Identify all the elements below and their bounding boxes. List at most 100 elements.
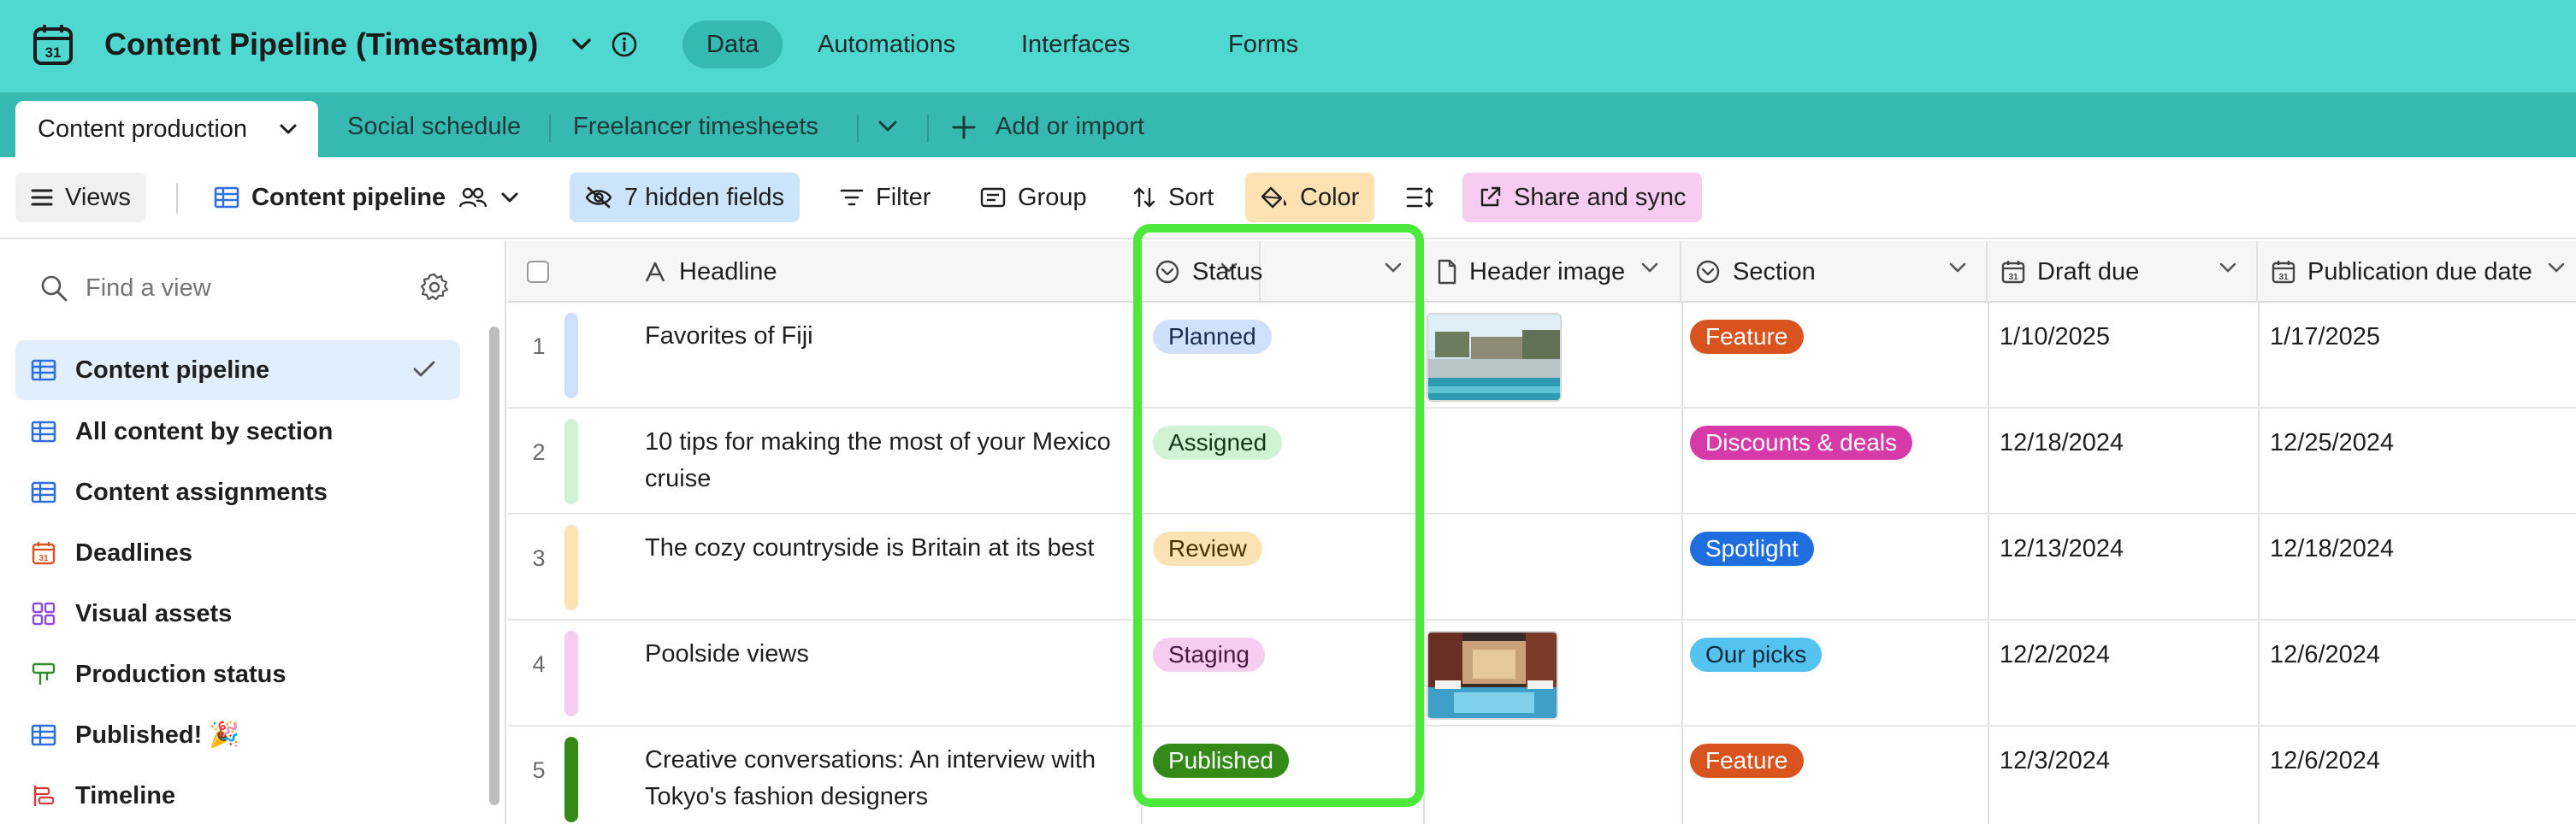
headline-cell[interactable]: The cozy countryside is Britain at its b… xyxy=(645,530,1141,567)
chevron-down-icon[interactable] xyxy=(2547,262,2566,274)
draft-due-cell[interactable]: 12/13/2024 xyxy=(2000,532,2124,566)
sidebar-item-content-assignments[interactable]: Content assignments xyxy=(15,462,460,522)
color-button[interactable]: Color xyxy=(1245,173,1375,222)
headline-cell[interactable]: 10 tips for making the most of your Mexi… xyxy=(645,424,1141,497)
section-pill[interactable]: Feature xyxy=(1690,744,1804,778)
view-switcher-button[interactable]: Content pipeline xyxy=(198,173,535,222)
sidebar-item-timeline[interactable]: Timeline xyxy=(15,766,460,824)
column-header-publication-due-date[interactable]: 31 Publication due date xyxy=(2258,241,2576,303)
draft-due-cell[interactable]: 12/18/2024 xyxy=(2000,426,2124,460)
collaborators-icon xyxy=(458,185,488,209)
nav-automations[interactable]: Automations xyxy=(794,21,979,68)
row-color-bar xyxy=(564,525,578,610)
table-row[interactable]: 1 Favorites of Fiji Planned Feature 1/10… xyxy=(508,303,2576,409)
publication-due-cell[interactable]: 12/25/2024 xyxy=(2270,426,2394,460)
date-icon: 31 xyxy=(2001,259,2025,285)
grid-icon xyxy=(31,724,56,746)
section-pill[interactable]: Spotlight xyxy=(1690,532,1814,566)
header-image-thumbnail[interactable] xyxy=(1427,631,1558,720)
publication-due-cell[interactable]: 12/6/2024 xyxy=(2270,638,2380,672)
column-header-section[interactable]: Section xyxy=(1681,241,1988,303)
hidden-fields-button[interactable]: 7 hidden fields xyxy=(570,173,801,222)
select-all-checkbox[interactable] xyxy=(527,261,549,283)
column-header-header-image[interactable]: Header image xyxy=(1423,241,1681,303)
hamburger-icon xyxy=(31,188,53,207)
tab-divider xyxy=(927,115,929,142)
chevron-down-icon[interactable] xyxy=(1948,262,1967,274)
headline-cell[interactable]: Favorites of Fiji xyxy=(645,318,1141,355)
status-pill[interactable]: Planned xyxy=(1153,320,1272,354)
sidebar-item-all-content-by-section[interactable]: All content by section xyxy=(15,402,460,462)
header-image-thumbnail[interactable] xyxy=(1427,313,1562,402)
views-toggle-button[interactable]: Views xyxy=(15,173,146,222)
svg-text:31: 31 xyxy=(2278,273,2289,282)
publication-due-cell[interactable]: 12/18/2024 xyxy=(2270,532,2394,566)
tab-content-production[interactable]: Content production xyxy=(15,101,318,157)
chevron-down-icon[interactable] xyxy=(279,123,298,135)
column-label: Headline xyxy=(679,257,777,285)
info-icon[interactable] xyxy=(609,29,640,60)
kanban-icon xyxy=(31,662,56,687)
draft-due-cell[interactable]: 12/3/2024 xyxy=(2000,744,2110,778)
sidebar-item-label: Production status xyxy=(75,660,287,688)
nav-interfaces[interactable]: Interfaces xyxy=(997,21,1154,68)
headline-cell[interactable]: Creative conversations: An interview wit… xyxy=(645,742,1141,815)
tab-label: Content production xyxy=(38,115,248,143)
calendar-logo-icon: 31 xyxy=(31,22,75,67)
row-color-bar xyxy=(564,737,578,822)
nav-forms[interactable]: Forms xyxy=(1204,21,1322,68)
tab-divider xyxy=(857,115,859,142)
table-row[interactable]: 4 Poolside views Staging Our picks 12/2/… xyxy=(508,621,2576,727)
sidebar-item-label: Visual assets xyxy=(75,599,233,627)
plus-icon[interactable] xyxy=(951,115,977,140)
status-pill[interactable]: Published xyxy=(1153,744,1289,778)
publication-due-cell[interactable]: 1/17/2025 xyxy=(2270,320,2380,354)
table-row[interactable]: 5 Creative conversations: An interview w… xyxy=(508,727,2576,824)
headline-cell[interactable]: Poolside views xyxy=(645,636,1141,673)
status-pill[interactable]: Staging xyxy=(1153,638,1265,672)
sidebar-item-deadlines[interactable]: 31 Deadlines xyxy=(15,523,460,583)
draft-due-cell[interactable]: 12/2/2024 xyxy=(2000,638,2110,672)
gear-icon[interactable] xyxy=(419,272,450,303)
table-row[interactable]: 3 The cozy countryside is Britain at its… xyxy=(508,515,2576,621)
sidebar-item-visual-assets[interactable]: Visual assets xyxy=(15,584,460,644)
section-pill[interactable]: Discounts & deals xyxy=(1690,426,1913,460)
more-tables-chevron-icon[interactable] xyxy=(877,120,898,133)
sidebar-item-production-status[interactable]: Production status xyxy=(15,644,460,704)
filter-button[interactable]: Filter xyxy=(824,173,946,222)
tab-social-schedule[interactable]: Social schedule xyxy=(347,92,521,157)
chevron-down-icon[interactable] xyxy=(568,32,595,56)
calendar-icon: 31 xyxy=(31,540,56,566)
status-pill[interactable]: Assigned xyxy=(1153,426,1283,460)
attachment-icon xyxy=(1437,259,1457,285)
section-pill[interactable]: Our picks xyxy=(1690,638,1823,672)
section-pill[interactable]: Feature xyxy=(1690,320,1804,354)
chevron-down-icon[interactable] xyxy=(500,191,519,203)
draft-due-cell[interactable]: 1/10/2025 xyxy=(2000,320,2110,354)
publication-due-cell[interactable]: 12/6/2024 xyxy=(2270,744,2380,778)
find-view-input[interactable] xyxy=(86,267,393,309)
share-and-sync-button[interactable]: Share and sync xyxy=(1462,173,1702,222)
table-row[interactable]: 2 10 tips for making the most of your Me… xyxy=(508,409,2576,515)
sidebar-item-content-pipeline[interactable]: Content pipeline xyxy=(15,340,460,400)
sidebar-item-published[interactable]: Published! 🎉 xyxy=(15,705,460,765)
tab-freelancer-timesheets[interactable]: Freelancer timesheets xyxy=(573,92,818,157)
nav-data[interactable]: Data xyxy=(682,21,783,68)
base-title[interactable]: Content Pipeline (Timestamp) xyxy=(104,22,538,67)
chevron-down-icon[interactable] xyxy=(2219,262,2237,274)
row-number: 2 xyxy=(532,439,546,465)
chevron-down-icon[interactable] xyxy=(1640,262,1659,274)
column-header-status[interactable]: Status xyxy=(1141,241,1423,303)
sort-button[interactable]: Sort xyxy=(1117,173,1229,222)
sidebar-item-label: All content by section xyxy=(75,417,334,445)
sidebar-scrollbar[interactable] xyxy=(489,327,499,805)
row-height-button[interactable] xyxy=(1391,173,1450,222)
status-pill[interactable]: Review xyxy=(1153,532,1262,566)
group-button[interactable]: Group xyxy=(965,173,1102,222)
grid-icon xyxy=(214,186,239,209)
column-header-draft-due[interactable]: 31 Draft due xyxy=(1988,241,2258,303)
add-or-import-button[interactable]: Add or import xyxy=(996,92,1144,157)
row-number: 4 xyxy=(532,651,546,677)
chevron-down-icon[interactable] xyxy=(1384,262,1403,274)
tab-divider xyxy=(549,115,551,142)
